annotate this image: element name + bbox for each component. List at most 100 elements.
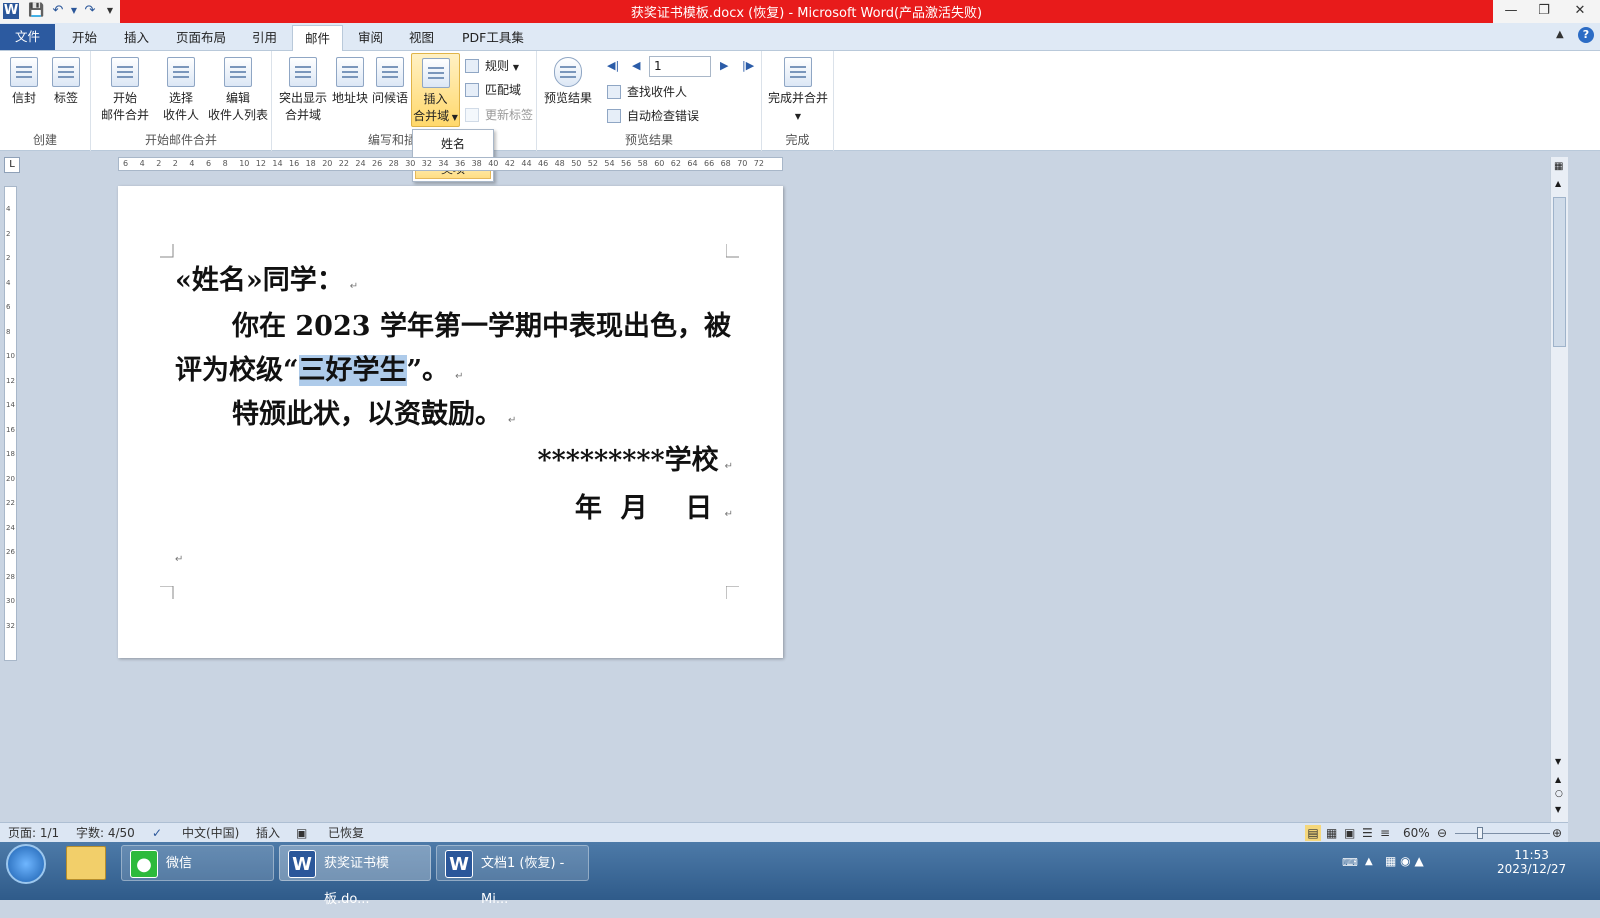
save-icon[interactable]: 💾 — [28, 3, 44, 19]
finish-merge-button[interactable]: 完成并合并 ▼ — [766, 57, 830, 125]
highlight-fields-button[interactable]: 突出显示 合并域 — [276, 57, 330, 124]
proofing-icon[interactable]: ✓ — [152, 825, 162, 841]
customize-toolbar-icon[interactable]: ▼ — [102, 3, 118, 19]
ruler-tick-label: 10 — [239, 159, 250, 168]
undo-icon[interactable]: ↶ — [50, 3, 66, 19]
tab-selector[interactable]: L — [4, 157, 20, 173]
word-app-icon[interactable]: W — [3, 3, 19, 19]
macro-icon[interactable]: ▣ — [296, 825, 307, 841]
tab-mailings[interactable]: 邮件 — [292, 25, 344, 52]
tab-file[interactable]: 文件 — [0, 24, 55, 50]
select-browse-object-icon[interactable]: ○ — [1555, 789, 1563, 799]
draft-icon[interactable]: ≡ — [1380, 825, 1390, 841]
rules-button[interactable]: 规则 ▼ — [465, 57, 519, 77]
ruler-tick-label: 42 — [504, 159, 515, 168]
word-count[interactable]: 字数: 4/50 — [76, 825, 135, 841]
ruler-tick-label: 64 — [687, 159, 698, 168]
undo-dropdown-icon[interactable]: ▼ — [66, 3, 82, 19]
envelopes-button[interactable]: 信封 — [6, 57, 42, 107]
insert-field-label-1: 插入 — [423, 92, 448, 106]
redo-icon[interactable]: ↷ — [82, 3, 98, 19]
group-label-write: 编写和插入域 — [367, 133, 440, 147]
page-count[interactable]: 页面: 1/1 — [8, 825, 59, 841]
menu-item-name[interactable]: 姓名 — [415, 133, 491, 155]
tab-home[interactable]: 开始 — [60, 25, 109, 50]
scroll-down-icon[interactable]: ▼ — [1555, 757, 1561, 766]
address-block-button[interactable]: 地址块 — [330, 57, 370, 107]
print-layout-icon[interactable]: ▤ — [1305, 825, 1321, 841]
ruler-toggle-icon[interactable]: ▦ — [1554, 161, 1563, 172]
tab-references[interactable]: 引用 — [240, 25, 289, 50]
record-number-input[interactable]: 1 — [649, 56, 711, 77]
ruler-tick-label: 6 — [123, 159, 129, 168]
find-recipient-button[interactable]: 查找收件人 — [607, 83, 687, 101]
tab-view[interactable]: 视图 — [397, 25, 446, 50]
zoom-slider-thumb[interactable] — [1477, 827, 1483, 839]
start-button[interactable] — [6, 844, 46, 884]
ruler-tick-label: 50 — [571, 159, 582, 168]
tray-expand-icon[interactable]: ▲ — [1365, 856, 1373, 867]
previous-page-icon[interactable]: ▲ — [1555, 775, 1561, 784]
scroll-up-icon[interactable]: ▲ — [1555, 179, 1561, 188]
full-reading-icon[interactable]: ▦ — [1326, 825, 1337, 841]
auto-check-errors-button[interactable]: 自动检查错误 — [607, 107, 699, 125]
collapse-ribbon-icon[interactable]: ▲ — [1556, 29, 1564, 40]
first-record-icon[interactable]: ◀| — [607, 59, 619, 72]
next-record-icon[interactable]: ▶ — [720, 59, 728, 72]
ribbon: 信封 标签 创建 开始 邮件合并 选择 收件人 编辑 收件人列表 开始邮件合并 突出显… — [0, 51, 1600, 151]
tab-insert[interactable]: 插入 — [112, 25, 161, 50]
vruler-tick-label: 2 — [6, 254, 11, 262]
selected-text[interactable]: 三好学生 — [298, 355, 407, 386]
previous-record-icon[interactable]: ◀ — [632, 59, 640, 72]
merge-field-menu: 姓名 奖项 — [412, 129, 494, 182]
restore-icon[interactable]: ❐ — [1530, 2, 1558, 20]
insert-merge-field-button[interactable]: 插入 合并域 ▼ — [411, 53, 460, 127]
clock[interactable]: 11:53 2023/12/27 — [1497, 848, 1566, 876]
language[interactable]: 中文(中国) — [182, 825, 239, 841]
ruler-tick-label: 20 — [322, 159, 333, 168]
select-recipients-button[interactable]: 选择 收件人 — [155, 57, 207, 124]
close-icon[interactable]: ✕ — [1566, 2, 1594, 20]
tray-apps-icon[interactable]: ▦ ◉ ▲ — [1385, 854, 1424, 868]
keyboard-icon[interactable]: ⌨ — [1342, 856, 1358, 869]
taskbar-wechat[interactable]: ● 微信 — [121, 845, 274, 881]
vruler-tick-label: 30 — [6, 597, 15, 605]
tab-review[interactable]: 审阅 — [346, 25, 395, 50]
horizontal-ruler[interactable]: 6 4 2 2 4 6 8 10 12 14 16 18 20 22 24 26 28 30 32 34 36 38 40 4… — [118, 157, 783, 171]
ribbon-tabs: 文件 开始 插入 页面布局 引用 邮件 审阅 视图 PDF工具集 ▲ ? — [0, 23, 1600, 52]
zoom-in-icon[interactable]: ⊕ — [1552, 825, 1562, 841]
tab-pdf-tools[interactable]: PDF工具集 — [450, 25, 536, 50]
vertical-scrollbar[interactable]: ▦ ▲ ▼ ▲ ○ ▼ — [1550, 157, 1568, 822]
zoom-level[interactable]: 60% — [1403, 825, 1430, 841]
outline-icon[interactable]: ☰ — [1362, 825, 1373, 841]
vruler-tick-label: 12 — [6, 376, 15, 385]
edit-list-label-2: 收件人列表 — [207, 108, 268, 122]
web-layout-icon[interactable]: ▣ — [1344, 825, 1355, 841]
scroll-thumb[interactable] — [1553, 197, 1566, 347]
insert-mode[interactable]: 插入 — [256, 825, 280, 841]
match-fields-button[interactable]: 匹配域 — [465, 81, 521, 99]
last-record-icon[interactable]: |▶ — [742, 59, 754, 72]
start-merge-button[interactable]: 开始 邮件合并 — [95, 57, 155, 124]
edit-recipient-list-button[interactable]: 编辑 收件人列表 — [205, 57, 271, 124]
ruler-tick-label: 8 — [222, 159, 228, 168]
preview-results-button[interactable]: 预览结果 — [541, 57, 595, 107]
ruler-tick-label: 72 — [753, 159, 764, 168]
greeting-line-button[interactable]: 问候语 — [370, 57, 410, 107]
labels-button[interactable]: 标签 — [48, 57, 84, 107]
help-icon[interactable]: ? — [1578, 27, 1594, 43]
zoom-out-icon[interactable]: ⊖ — [1437, 825, 1447, 841]
ruler-tick-label: 40 — [488, 159, 499, 168]
vruler-tick-label: 10 — [6, 352, 15, 360]
zoom-slider-track[interactable] — [1455, 833, 1550, 834]
tab-page-layout[interactable]: 页面布局 — [164, 25, 238, 50]
edit-list-label-1: 编辑 — [225, 91, 250, 105]
taskbar-word-cert[interactable]: W 获奖证书模板.do... — [279, 845, 431, 907]
vertical-ruler[interactable]: 4 2 2 4 6 8 10 12 14 16 18 20 22 24 26 28 30 32 — [4, 186, 17, 661]
taskbar-word-doc1[interactable]: W 文档1 (恢复) - Mi... — [436, 845, 589, 907]
minimize-icon[interactable]: — — [1497, 2, 1525, 20]
ruler-tick-label: 66 — [704, 159, 715, 168]
file-explorer-icon[interactable] — [66, 846, 106, 880]
document-page[interactable]: «姓名»同学： ↵ 你在 2023 学年第一学期中表现出色，被 评为校级“三好学生… — [118, 186, 783, 658]
next-page-icon[interactable]: ▼ — [1555, 805, 1561, 814]
